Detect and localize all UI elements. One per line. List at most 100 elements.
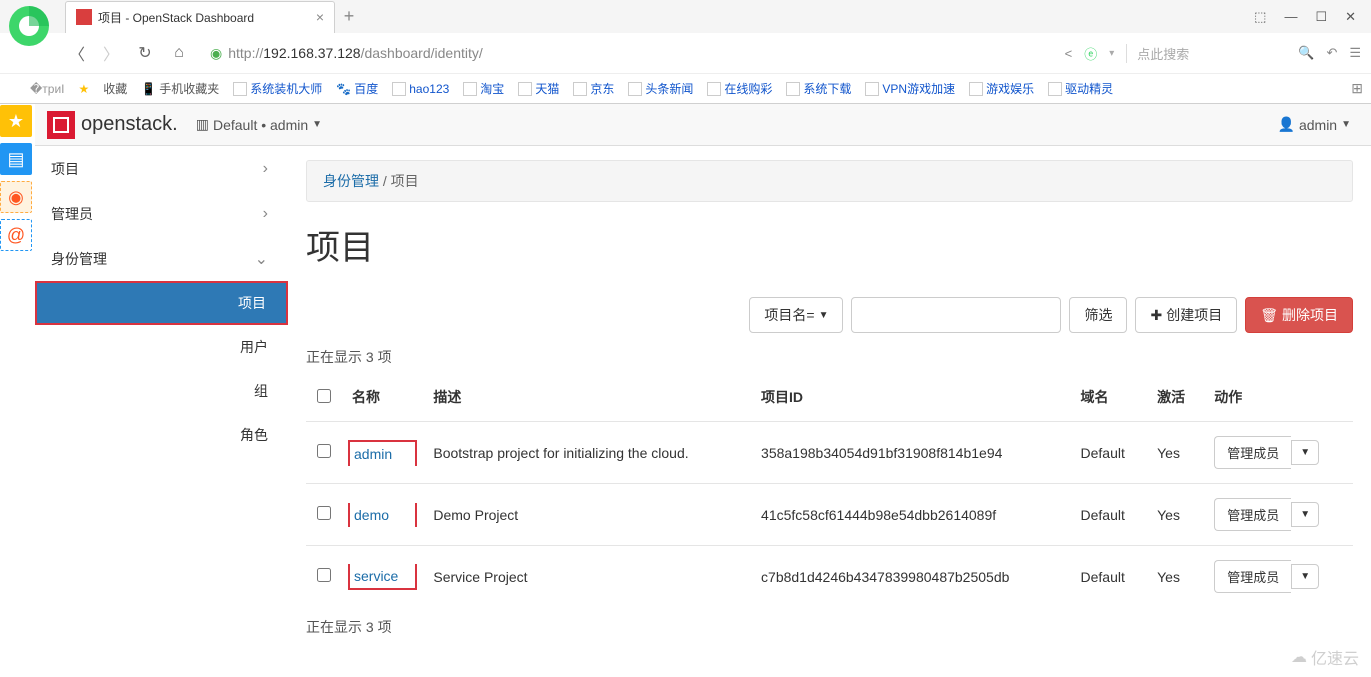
- home-button[interactable]: ⌂: [167, 41, 191, 65]
- nav-bar: 〈 〉 ↻ ⌂ ◉ http://192.168.37.128/dashboar…: [0, 33, 1371, 73]
- row-checkbox[interactable]: [317, 444, 331, 458]
- col-desc[interactable]: 描述: [423, 373, 751, 422]
- bookmark-item[interactable]: 系统装机大师: [233, 80, 322, 97]
- bookmark-item[interactable]: 游戏娱乐: [969, 80, 1034, 97]
- sticky-weibo-icon[interactable]: ◉: [0, 181, 32, 213]
- forward-button[interactable]: 〉: [99, 41, 123, 65]
- page-icon: [707, 82, 721, 96]
- tab-favicon: [76, 9, 92, 25]
- bookmark-item[interactable]: 在线购彩: [707, 80, 772, 97]
- manage-members-button[interactable]: 管理成员: [1214, 436, 1291, 469]
- app-header: openstack. ▥ Default • admin ▼ 👤 admin ▼: [35, 104, 1371, 146]
- favorites-label[interactable]: 收藏: [103, 80, 127, 97]
- sidebar: 项目 › 管理员 › 身份管理 ⌄ 项目 用户 组 角色: [35, 146, 288, 677]
- sidebar-group-identity[interactable]: 身份管理 ⌄: [35, 236, 288, 281]
- filter-button[interactable]: 筛选: [1069, 297, 1127, 333]
- url-text: http://192.168.37.128/dashboard/identity…: [228, 45, 483, 61]
- new-tab-button[interactable]: +: [335, 3, 363, 31]
- action-dropdown[interactable]: ▼: [1291, 440, 1319, 465]
- bm-scroll-left[interactable]: �триI: [30, 82, 65, 96]
- tab-title: 项目 - OpenStack Dashboard: [98, 9, 310, 26]
- create-project-button[interactable]: ✚ 创建项目: [1135, 297, 1237, 333]
- close-icon[interactable]: ×: [316, 9, 324, 25]
- action-dropdown[interactable]: ▼: [1291, 564, 1319, 589]
- cell-desc: Bootstrap project for initializing the c…: [423, 422, 751, 484]
- project-name-link[interactable]: service: [354, 568, 398, 584]
- reload-button[interactable]: ↻: [133, 41, 157, 65]
- minimize-icon[interactable]: —: [1284, 9, 1297, 24]
- bookmark-item[interactable]: 京东: [573, 80, 614, 97]
- sidebar-label: 项目: [51, 159, 79, 179]
- main-content: 身份管理 / 项目 项目 项目名= ▼ 筛选 ✚ 创建项目 🗑 删除项目: [288, 146, 1371, 677]
- col-active[interactable]: 激活: [1147, 373, 1204, 422]
- sidebar-label: 管理员: [51, 204, 93, 224]
- action-dropdown[interactable]: ▼: [1291, 502, 1319, 527]
- project-name-link[interactable]: admin: [354, 446, 392, 462]
- filter-field-dropdown[interactable]: 项目名= ▼: [749, 297, 843, 333]
- left-sticky-panel: ★ ▤ ◉ @: [0, 105, 35, 251]
- search-icon[interactable]: 🔍: [1298, 45, 1314, 61]
- close-window-icon[interactable]: ✕: [1345, 9, 1356, 25]
- manage-members-button[interactable]: 管理成员: [1214, 560, 1291, 593]
- page-icon: [392, 82, 406, 96]
- manage-members-button[interactable]: 管理成员: [1214, 498, 1291, 531]
- search-input[interactable]: 点此搜索: [1126, 44, 1286, 63]
- sidebar-group-project[interactable]: 项目 ›: [35, 146, 288, 191]
- row-count-top: 正在显示 3 项: [306, 347, 1353, 367]
- delete-project-button[interactable]: 🗑 删除项目: [1245, 297, 1353, 333]
- star-icon: ★: [79, 82, 90, 96]
- cell-domain: Default: [1071, 422, 1148, 484]
- select-all-checkbox[interactable]: [317, 389, 331, 403]
- back-button[interactable]: 〈: [65, 41, 89, 65]
- breadcrumb-parent[interactable]: 身份管理: [323, 173, 379, 189]
- sidebar-group-admin[interactable]: 管理员 ›: [35, 191, 288, 236]
- bookmark-item[interactable]: 淘宝: [463, 80, 504, 97]
- maximize-icon[interactable]: ☐: [1315, 9, 1327, 25]
- sidebar-item-users[interactable]: 用户: [35, 325, 288, 369]
- project-name-link[interactable]: demo: [354, 507, 389, 523]
- page-icon: [628, 82, 642, 96]
- domain-project-selector[interactable]: ▥ Default • admin ▼: [196, 116, 322, 133]
- bookmark-item[interactable]: 驱动精灵: [1048, 80, 1113, 97]
- page-icon: [865, 82, 879, 96]
- share-icon[interactable]: <: [1065, 46, 1073, 61]
- wardrobe-icon[interactable]: ⬚: [1254, 9, 1266, 25]
- sticky-star-icon[interactable]: ★: [0, 105, 32, 137]
- sticky-at-icon[interactable]: @: [0, 219, 32, 251]
- sidebar-item-roles[interactable]: 角色: [35, 413, 288, 457]
- sidebar-item-groups[interactable]: 组: [35, 369, 288, 413]
- apps-grid-icon[interactable]: ⊞: [1351, 80, 1363, 97]
- cell-id: 358a198b34054d91bf31908f814b1e94: [751, 422, 1070, 484]
- bookmark-item[interactable]: hao123: [392, 82, 449, 96]
- cell-active: Yes: [1147, 484, 1204, 546]
- sidebar-item-label: 项目: [238, 293, 266, 313]
- bookmark-item[interactable]: VPN游戏加速: [865, 80, 955, 97]
- menu-icon[interactable]: ☰: [1349, 45, 1361, 61]
- bookmark-item[interactable]: 系统下载: [786, 80, 851, 97]
- eco-icon[interactable]: ⓔ: [1084, 44, 1097, 63]
- nav-right: < ⓔ ▾ 点此搜索 🔍 ↶ ☰: [1065, 44, 1361, 63]
- sidebar-item-projects[interactable]: 项目: [35, 281, 288, 325]
- col-id[interactable]: 项目ID: [751, 373, 1070, 422]
- chevron-right-icon: ›: [263, 205, 268, 223]
- col-domain[interactable]: 域名: [1071, 373, 1148, 422]
- col-name[interactable]: 名称: [342, 373, 423, 422]
- user-menu[interactable]: 👤 admin ▼: [1278, 116, 1351, 133]
- browser-tab[interactable]: 项目 - OpenStack Dashboard ×: [65, 1, 335, 33]
- openstack-logo[interactable]: openstack.: [47, 111, 178, 139]
- shield-icon: ◉: [210, 45, 222, 62]
- row-checkbox[interactable]: [317, 506, 331, 520]
- bookmark-item[interactable]: 头条新闻: [628, 80, 693, 97]
- chevron-down-icon[interactable]: ▾: [1109, 48, 1114, 59]
- openstack-app: openstack. ▥ Default • admin ▼ 👤 admin ▼…: [35, 104, 1371, 677]
- sticky-news-icon[interactable]: ▤: [0, 143, 32, 175]
- table-row: demoDemo Project41c5fc58cf61444b98e54dbb…: [306, 484, 1353, 546]
- undo-icon[interactable]: ↶: [1326, 45, 1337, 61]
- filter-input[interactable]: [851, 297, 1061, 333]
- bookmark-item[interactable]: 天猫: [518, 80, 559, 97]
- row-checkbox[interactable]: [317, 568, 331, 582]
- bookmark-mobile[interactable]: 📱手机收藏夹: [141, 80, 219, 97]
- bookmark-item[interactable]: 🐾百度: [336, 80, 378, 97]
- address-bar[interactable]: ◉ http://192.168.37.128/dashboard/identi…: [201, 38, 1055, 68]
- chevron-down-icon: ▼: [819, 310, 829, 321]
